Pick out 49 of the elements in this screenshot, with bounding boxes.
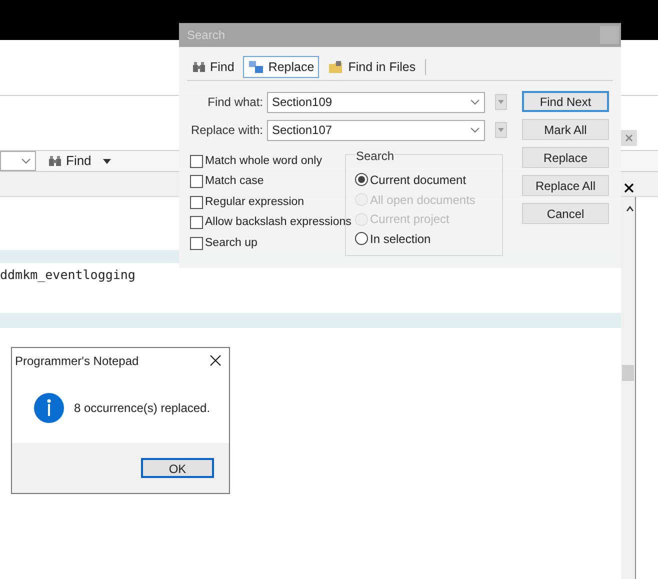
radio-label: Current project — [370, 211, 450, 228]
checkbox-label: Search up — [205, 236, 258, 251]
binoculars-icon — [192, 61, 206, 73]
chevron-down-icon — [470, 99, 480, 105]
checkbox-label: Match case — [205, 174, 264, 190]
dialog-button[interactable]: Replace — [522, 147, 609, 168]
message-text: 8 occurrence(s) replaced. — [74, 400, 210, 417]
dialog-button[interactable]: Mark All — [522, 119, 609, 140]
dialog-button[interactable]: Replace All — [522, 175, 609, 196]
checkbox-label: Match whole word only — [205, 154, 322, 169]
tab[interactable]: Find in Files — [323, 56, 421, 78]
caret-icon — [498, 100, 504, 104]
combo-field[interactable]: Section107 — [267, 120, 485, 140]
checkbox[interactable] — [190, 216, 203, 230]
ok-button[interactable]: OK — [141, 458, 214, 478]
combo-field[interactable]: Section109 — [267, 92, 485, 112]
folder-icon — [328, 60, 344, 74]
close-icon[interactable] — [210, 355, 221, 366]
close-icon[interactable] — [624, 183, 634, 193]
checkbox[interactable] — [190, 175, 203, 188]
checkbox-label: Regular expression — [205, 194, 304, 210]
radio-label: Current document — [370, 172, 466, 189]
chevron-down-icon — [21, 158, 31, 164]
radio-button[interactable] — [355, 173, 368, 186]
radio-label: In selection — [370, 230, 431, 248]
find-button[interactable]: Find — [44, 151, 96, 171]
scrollbar[interactable] — [621, 197, 636, 579]
dialog-button[interactable]: Cancel — [522, 203, 609, 224]
checkbox[interactable] — [190, 196, 203, 209]
chevron-down-icon — [470, 127, 480, 133]
radio-label: All open documents — [370, 192, 476, 209]
dialog-button[interactable]: Find Next — [522, 91, 609, 112]
field-label: Replace with: — [190, 122, 264, 139]
caret-icon — [498, 128, 504, 132]
binoculars-icon — [48, 155, 62, 167]
code-line: ddmkm_eventlogging — [0, 267, 136, 283]
tab[interactable]: Find — [187, 56, 240, 78]
info-icon — [34, 393, 64, 423]
checkbox-label: Allow backslash expressions — [205, 215, 352, 230]
chevron-up-icon[interactable] — [626, 206, 634, 212]
message-box-title: Programmer's Notepad — [15, 352, 139, 370]
scrollbar-thumb[interactable] — [622, 365, 634, 381]
caret-icon[interactable] — [103, 158, 112, 164]
replace-icon — [248, 60, 264, 74]
checkbox[interactable] — [190, 154, 203, 168]
field-label: Find what: — [206, 94, 264, 111]
tab[interactable]: Replace — [243, 56, 320, 78]
checkbox[interactable] — [190, 236, 203, 250]
radio-button[interactable] — [355, 232, 368, 246]
